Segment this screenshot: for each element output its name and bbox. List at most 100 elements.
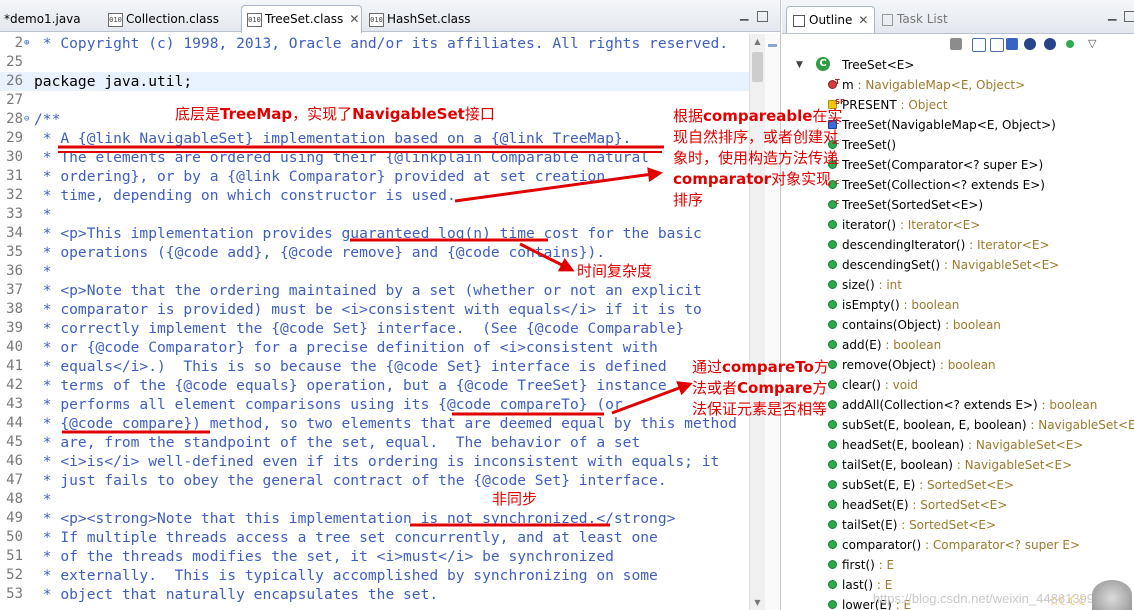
- code-line[interactable]: 2 ⊕ * Copyright (c) 1998, 2013, Oracle an…: [0, 34, 749, 53]
- collapse-all-icon[interactable]: [950, 38, 962, 50]
- member-type: : boolean: [881, 338, 942, 352]
- collapse-fold-icon[interactable]: ⊖: [24, 110, 29, 129]
- code-line[interactable]: 41 * equals</i>.) This is so because the…: [0, 357, 749, 376]
- outline-item[interactable]: c TreeSet(NavigableMap<E, Object>): [828, 115, 1056, 135]
- outline-item[interactable]: size() : int: [828, 275, 902, 295]
- tab-task-list[interactable]: Task List: [882, 6, 948, 33]
- modifier-badge: T: [835, 78, 840, 86]
- member-type: : boolean: [899, 298, 960, 312]
- annotation-treemap: 底层是TreeMap，实现了NavigableSet接口: [175, 104, 495, 125]
- code-line[interactable]: 48 *: [0, 490, 749, 509]
- scroll-down-icon[interactable]: ▼: [750, 595, 765, 610]
- link-with-editor-icon[interactable]: [1066, 40, 1074, 48]
- member-name: headSet(E): [842, 498, 909, 512]
- outline-item[interactable]: c TreeSet(SortedSet<E>): [828, 195, 983, 215]
- code-line[interactable]: 51 * of the threads modifies the set, it…: [0, 547, 749, 566]
- code-line[interactable]: 37 * <p>Note that the ordering maintaine…: [0, 281, 749, 300]
- public-method-icon: [828, 420, 837, 429]
- code-line[interactable]: 43 * performs all element comparisons us…: [0, 395, 749, 414]
- hide-fields-icon[interactable]: [990, 38, 1004, 52]
- code-text: * performs all element comparisons using…: [34, 396, 623, 413]
- tab-treeset-class[interactable]: 010 TreeSet.class ✕: [241, 5, 362, 33]
- code-line[interactable]: 32 * time, depending on which constructo…: [0, 186, 749, 205]
- public-method-icon: [828, 240, 837, 249]
- code-line[interactable]: 50 * If multiple threads access a tree s…: [0, 528, 749, 547]
- code-line[interactable]: 26 package java.util;: [0, 72, 749, 91]
- scroll-thumb[interactable]: [752, 52, 763, 82]
- expand-fold-icon[interactable]: ⊕: [24, 34, 29, 53]
- member-name: clear(): [842, 378, 881, 392]
- code-text: /**: [34, 111, 61, 128]
- hide-non-public-icon[interactable]: [1024, 38, 1036, 50]
- code-line[interactable]: 38 * comparator is provided) must be <i>…: [0, 300, 749, 319]
- outline-item[interactable]: descendingSet() : NavigableSet<E>: [828, 255, 1059, 275]
- outline-item[interactable]: subSet(E, boolean, E, boolean) : Navigab…: [828, 415, 1134, 435]
- editor-tab-bar: *demo1.java 010 Collection.class 010 TreeS…: [0, 0, 780, 33]
- code-line[interactable]: 47 * just fails to obey the general cont…: [0, 471, 749, 490]
- code-text: *: [34, 206, 52, 223]
- outline-item[interactable]: contains(Object) : boolean: [828, 315, 1001, 335]
- outline-item[interactable]: Tm : NavigableMap<E, Object>: [828, 75, 1025, 95]
- scroll-up-icon[interactable]: ▲: [750, 34, 765, 49]
- outline-item[interactable]: addAll(Collection<? extends E>) : boolea…: [828, 395, 1098, 415]
- outline-item[interactable]: tailSet(E) : SortedSet<E>: [828, 515, 996, 535]
- minimize-icon[interactable]: ▁: [740, 9, 752, 21]
- outline-item[interactable]: c TreeSet(): [828, 135, 896, 155]
- line-number: 47: [6, 472, 23, 488]
- code-line[interactable]: 40 * or {@code Comparator} for a precise…: [0, 338, 749, 357]
- code-line[interactable]: 30 * The elements are ordered using thei…: [0, 148, 749, 167]
- code-line[interactable]: 52 * externally. This is typically accom…: [0, 566, 749, 585]
- public-method-icon: [828, 440, 837, 449]
- close-icon[interactable]: ✕: [858, 13, 868, 27]
- outline-item[interactable]: isEmpty() : boolean: [828, 295, 960, 315]
- hide-local-types-icon[interactable]: [1044, 38, 1056, 50]
- tab-demo1-java[interactable]: *demo1.java: [4, 6, 81, 32]
- code-line[interactable]: 46 * <i>is</i> well-defined even if its …: [0, 452, 749, 471]
- code-line[interactable]: 44 * {@code compare}) method, so two ele…: [0, 414, 749, 433]
- tab-outline[interactable]: Outline ✕: [786, 6, 876, 33]
- outline-item[interactable]: c TreeSet(Collection<? extends E>): [828, 175, 1045, 195]
- line-number: 25: [6, 54, 23, 70]
- outline-item[interactable]: tailSet(E, boolean) : NavigableSet<E>: [828, 455, 1073, 475]
- code-text: * are, from the standpoint of the set, e…: [34, 434, 641, 451]
- outline-item[interactable]: subSet(E, E) : SortedSet<E>: [828, 475, 1014, 495]
- outline-icon: [793, 14, 805, 27]
- code-line[interactable]: 53 * object that naturally encapsulates …: [0, 585, 749, 604]
- tab-hashset-class[interactable]: 010 HashSet.class: [369, 6, 471, 32]
- tab-collection-class[interactable]: 010 Collection.class: [108, 6, 219, 32]
- line-number: 39: [6, 320, 23, 336]
- code-line[interactable]: 45 * are, from the standpoint of the set…: [0, 433, 749, 452]
- code-line[interactable]: 31 * ordering}, or by a {@link Comparato…: [0, 167, 749, 186]
- outline-item[interactable]: descendingIterator() : Iterator<E>: [828, 235, 1050, 255]
- public-method-icon: [828, 580, 837, 589]
- code-line[interactable]: 33 *: [0, 205, 749, 224]
- outline-item[interactable]: SF PRESENT : Object: [828, 95, 947, 115]
- chevron-down-icon[interactable]: ▼: [796, 55, 803, 75]
- member-type: : boolean: [1037, 398, 1098, 412]
- outline-item[interactable]: c TreeSet(Comparator<? super E>): [828, 155, 1043, 175]
- close-icon[interactable]: ✕: [349, 12, 359, 26]
- code-line[interactable]: 34 * <p>This implementation provides gua…: [0, 224, 749, 243]
- maximize-icon[interactable]: [757, 11, 768, 22]
- outline-item[interactable]: headSet(E, boolean) : NavigableSet<E>: [828, 435, 1083, 455]
- minimize-icon[interactable]: ▁: [1108, 9, 1120, 21]
- code-line[interactable]: 42 * terms of the {@code equals} operati…: [0, 376, 749, 395]
- sort-icon[interactable]: [972, 38, 986, 52]
- code-line[interactable]: 39 * correctly implement the {@code Set}…: [0, 319, 749, 338]
- outline-item[interactable]: add(E) : boolean: [828, 335, 942, 355]
- outline-item[interactable]: headSet(E) : SortedSet<E>: [828, 495, 1007, 515]
- outline-item[interactable]: first() : E: [828, 555, 894, 575]
- hide-static-icon[interactable]: [1006, 38, 1018, 50]
- member-type: : NavigableSet<E>: [952, 458, 1073, 472]
- outline-item[interactable]: clear() : void: [828, 375, 918, 395]
- outline-item[interactable]: iterator() : Iterator<E>: [828, 215, 980, 235]
- code-line[interactable]: 49 * <p><strong>Note that this implement…: [0, 509, 749, 528]
- code-text: *: [34, 263, 52, 280]
- code-line[interactable]: 35 * operations ({@code add}, {@code rem…: [0, 243, 749, 262]
- maximize-icon[interactable]: [1124, 11, 1134, 22]
- code-line[interactable]: 25: [0, 53, 749, 72]
- outline-item[interactable]: comparator() : Comparator<? super E>: [828, 535, 1080, 555]
- outline-item[interactable]: remove(Object) : boolean: [828, 355, 996, 375]
- code-line[interactable]: 29 * A {@link NavigableSet} implementati…: [0, 129, 749, 148]
- view-menu-icon[interactable]: ▽: [1088, 38, 1100, 50]
